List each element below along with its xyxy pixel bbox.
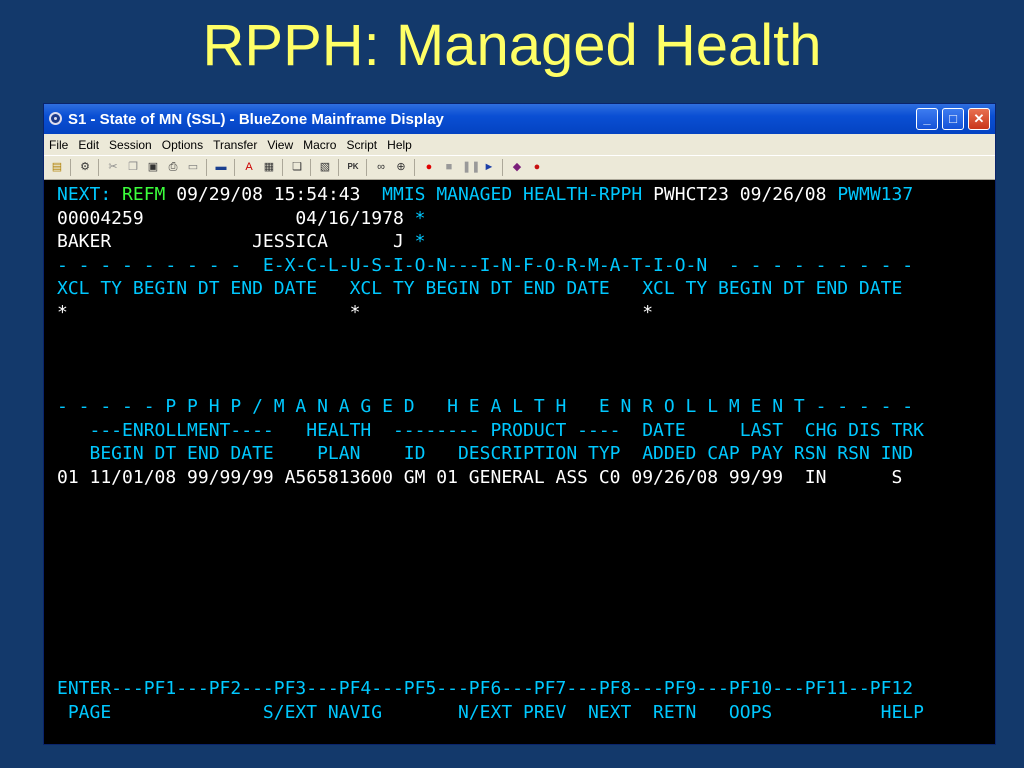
clipboard-icon[interactable]: ❏ — [290, 160, 304, 174]
minimize-icon: _ — [923, 111, 931, 126]
cut-icon[interactable]: ✂ — [106, 160, 120, 174]
record-icon[interactable]: ● — [422, 160, 436, 174]
apple-icon[interactable]: ● — [530, 160, 544, 174]
enrollment-header-row-1: ---ENROLLMENT---- HEALTH -------- PRODUC… — [57, 419, 924, 443]
exclusion-input-row[interactable]: * * * — [57, 301, 653, 325]
toolbar-separator — [338, 159, 339, 176]
toolbar-separator — [366, 159, 367, 176]
menu-bar: File Edit Session Options Transfer View Macro S… — [44, 134, 995, 155]
toolbar-separator — [282, 159, 283, 176]
zoom-icon[interactable]: ⊕ — [394, 160, 408, 174]
keyboard-map-icon[interactable]: ▦ — [262, 160, 276, 174]
print-icon[interactable]: ⎙ — [166, 160, 180, 174]
close-icon: ✕ — [973, 111, 985, 126]
recipient-id-dob: 00004259 04/16/1978 — [57, 207, 415, 229]
toolbar-separator — [310, 159, 311, 176]
menu-options[interactable]: Options — [157, 134, 208, 152]
next-label: NEXT: — [57, 184, 123, 205]
exclusion-section-header: - - - - - - - - - E-X-C-L-U-S-I-O-N---I-… — [57, 254, 914, 276]
copy-icon[interactable]: ❐ — [126, 160, 140, 174]
pk-icon[interactable]: PK — [346, 160, 360, 174]
minimize-button[interactable]: _ — [916, 108, 938, 130]
toolbar-separator — [234, 159, 235, 176]
menu-view[interactable]: View — [262, 134, 298, 152]
user-info: PWHCT23 09/26/08 — [653, 184, 838, 205]
next-command-field[interactable]: REFM — [122, 184, 165, 205]
timestamp: 09/29/08 15:54:43 — [165, 184, 383, 205]
window-title: S1 - State of MN (SSL) - BlueZone Mainfr… — [68, 111, 444, 128]
toolbar-separator — [70, 159, 71, 176]
menu-edit[interactable]: Edit — [73, 134, 104, 152]
toolbar-separator — [206, 159, 207, 176]
title-bar[interactable]: S1 - State of MN (SSL) - BlueZone Mainfr… — [44, 104, 995, 134]
enrollment-header-1b: DATE LAST CHG DIS TRK — [642, 419, 924, 441]
terminal-row-recipient-name: BAKER JESSICA J * — [57, 230, 425, 254]
toolbar-separator — [98, 159, 99, 176]
recipient-name: BAKER JESSICA J — [57, 231, 415, 252]
print-preview-icon[interactable]: ▭ — [186, 160, 200, 174]
display-icon[interactable]: ▬ — [214, 160, 228, 174]
font-icon[interactable]: A — [242, 160, 256, 174]
menu-help[interactable]: Help — [382, 134, 417, 152]
stop-icon[interactable]: ■ — [442, 160, 456, 174]
enrollment-section-header: - - - - - P P H P / M A N A G E D H E A … — [57, 396, 914, 417]
glasses-icon[interactable]: ∞ — [374, 160, 388, 174]
field-marker: * — [414, 207, 426, 229]
menu-script[interactable]: Script — [341, 134, 382, 152]
terminal-screen[interactable]: NEXT: REFM 09/29/08 15:54:43 MMIS MANAGE… — [44, 180, 995, 744]
menu-transfer[interactable]: Transfer — [208, 134, 262, 152]
enrollment-header-2b: ADDED CAP PAY RSN RSN IND — [642, 443, 914, 464]
field-marker: * — [414, 231, 426, 252]
bluezone-app-icon[interactable] — [49, 112, 62, 125]
enrollment-header-1a: ---ENROLLMENT---- HEALTH -------- PRODUC… — [57, 419, 643, 441]
close-button[interactable]: ✕ — [968, 108, 990, 130]
exclusion-column-headers: XCL TY BEGIN DT END DATE XCL TY BEGIN DT… — [57, 278, 903, 299]
slide-title: RPPH: Managed Health — [202, 13, 822, 78]
save-icon[interactable]: ▣ — [146, 160, 160, 174]
menu-file[interactable]: File — [44, 134, 73, 152]
function-key-row: ENTER---PF1---PF2---PF3---PF4---PF5---PF… — [57, 678, 914, 699]
book-icon[interactable]: ◆ — [510, 160, 524, 174]
terminal-id: PWMW137 — [837, 184, 914, 205]
maximize-button[interactable]: □ — [942, 108, 964, 130]
enrollment-header-row-2: BEGIN DT END DATE PLAN ID DESCRIPTION TY… — [57, 442, 914, 466]
function-key-labels: PAGE S/EXT NAVIG N/EXT PREV NEXT RETN OO… — [57, 701, 924, 723]
toolbar: ▤ ⚙ ✂ ❐ ▣ ⎙ ▭ ▬ A ▦ ❏ ▧ PK ∞ ⊕ ● ■ ❚❚ ► … — [44, 155, 995, 180]
system-name: MMIS MANAGED HEALTH-RPPH — [382, 184, 654, 205]
script-icon[interactable]: ▧ — [318, 160, 332, 174]
menu-session[interactable]: Session — [104, 134, 157, 152]
maximize-icon: □ — [949, 111, 957, 126]
terminal-row-header: NEXT: REFM 09/29/08 15:54:43 MMIS MANAGE… — [57, 183, 913, 207]
enrollment-header-2a: BEGIN DT END DATE PLAN ID DESCRIPTION TY… — [57, 443, 643, 464]
pause-icon[interactable]: ❚❚ — [462, 160, 480, 174]
session-properties-icon[interactable]: ⚙ — [78, 160, 92, 174]
enrollment-data-row[interactable]: 01 11/01/08 99/99/99 A565813600 GM 01 GE… — [57, 466, 902, 490]
bluezone-window: S1 - State of MN (SSL) - BlueZone Mainfr… — [43, 103, 996, 745]
menu-macro[interactable]: Macro — [298, 134, 341, 152]
toolbar-separator — [502, 159, 503, 176]
new-session-icon[interactable]: ▤ — [50, 160, 64, 174]
play-icon[interactable]: ► — [482, 160, 496, 174]
toolbar-separator — [414, 159, 415, 176]
terminal-row-recipient-id: 00004259 04/16/1978 * — [57, 207, 425, 231]
